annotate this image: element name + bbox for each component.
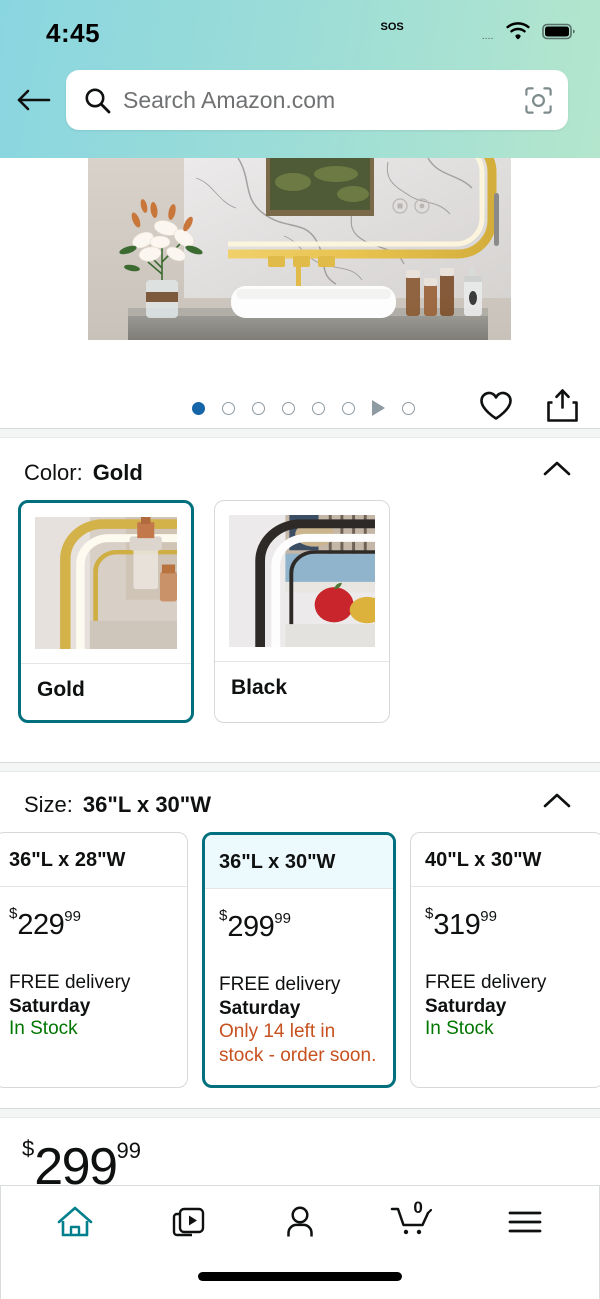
battery-icon bbox=[542, 22, 576, 41]
nav-item-inspire[interactable] bbox=[150, 1190, 226, 1254]
color-section-header[interactable]: Color: Gold bbox=[0, 440, 600, 500]
carousel-dot[interactable] bbox=[192, 401, 205, 415]
carousel-dots[interactable] bbox=[192, 400, 415, 416]
carousel-dot[interactable] bbox=[342, 401, 355, 415]
size-section-header[interactable]: Size: 36"L x 30"W bbox=[0, 772, 600, 832]
carousel-dot[interactable] bbox=[312, 401, 325, 415]
color-label: Color: bbox=[24, 460, 83, 485]
hamburger-menu-icon bbox=[508, 1211, 542, 1233]
gold-mirror-corner-illustration bbox=[35, 517, 177, 649]
size-option-body: $22999 FREE delivery Saturday In Stock bbox=[0, 887, 187, 1056]
nav-item-cart[interactable]: 0 bbox=[374, 1190, 450, 1254]
search-bar[interactable]: Search Amazon.com bbox=[66, 70, 568, 130]
delivery-day: Saturday bbox=[9, 995, 91, 1017]
delivery-day: Saturday bbox=[425, 995, 507, 1017]
bottom-nav-items: 0 bbox=[1, 1186, 599, 1258]
size-option-price: $29999 bbox=[219, 907, 379, 944]
price-fraction: 99 bbox=[116, 1138, 141, 1163]
stock-status: In Stock bbox=[9, 1017, 78, 1039]
home-icon bbox=[57, 1206, 93, 1237]
size-option-title: 36"L x 28"W bbox=[0, 833, 187, 887]
video-feed-icon bbox=[172, 1207, 204, 1237]
price-fraction: 99 bbox=[480, 908, 497, 925]
status-bar: 4:45 SOS .... bbox=[0, 0, 600, 58]
sos-signal-dots: .... bbox=[482, 34, 494, 41]
gallery-action-buttons bbox=[479, 386, 578, 430]
stock-status: In Stock bbox=[425, 1017, 494, 1039]
delivery-text: FREE delivery bbox=[219, 974, 341, 995]
search-row: Search Amazon.com bbox=[0, 68, 600, 132]
price-whole: 299 bbox=[227, 911, 275, 943]
back-button[interactable] bbox=[0, 68, 66, 132]
stock-status: Only 14 left in stock - order soon. bbox=[219, 1020, 377, 1067]
cart-badge-count: 0 bbox=[413, 1198, 423, 1217]
person-icon bbox=[287, 1206, 313, 1237]
carousel-dot[interactable] bbox=[282, 401, 295, 415]
color-option-black[interactable]: Black bbox=[214, 500, 390, 723]
chevron-up-icon[interactable] bbox=[542, 790, 572, 815]
nav-item-menu[interactable] bbox=[487, 1190, 563, 1254]
price-fraction: 99 bbox=[274, 910, 291, 927]
size-option-price: $31999 bbox=[425, 905, 589, 942]
heart-icon[interactable] bbox=[479, 390, 513, 426]
price-whole: 229 bbox=[17, 909, 65, 941]
size-option-36x28[interactable]: 36"L x 28"W $22999 FREE delivery Saturda… bbox=[0, 832, 188, 1089]
color-section: Color: Gold Gold Black bbox=[0, 440, 600, 747]
chevron-up-icon[interactable] bbox=[542, 458, 572, 483]
size-label: Size: bbox=[24, 792, 73, 817]
color-options: Gold Black bbox=[0, 500, 600, 747]
color-option-label: Black bbox=[215, 661, 389, 718]
size-option-40x30[interactable]: 40"L x 30"W $31999 FREE delivery Saturda… bbox=[410, 832, 600, 1089]
cart-icon bbox=[391, 1207, 433, 1235]
sos-indicator: SOS .... bbox=[290, 21, 494, 42]
camera-lens-icon[interactable] bbox=[523, 85, 554, 116]
color-swatch-image-black bbox=[215, 501, 389, 661]
color-option-label: Gold bbox=[21, 663, 191, 720]
status-indicators: SOS .... bbox=[290, 22, 576, 41]
product-detail-screen: 4:45 SOS .... Search Amazon.com Color: G… bbox=[0, 0, 600, 1299]
color-option-gold[interactable]: Gold bbox=[18, 500, 194, 723]
product-hero-image[interactable] bbox=[88, 158, 511, 340]
size-option-body: $29999 FREE delivery Saturday Only 14 le… bbox=[205, 889, 393, 1085]
size-option-title: 40"L x 30"W bbox=[411, 833, 600, 887]
nav-item-home[interactable] bbox=[37, 1190, 113, 1254]
product-image-illustration bbox=[88, 158, 511, 340]
carousel-dot[interactable] bbox=[252, 401, 265, 415]
color-selected-value: Gold bbox=[92, 460, 143, 485]
size-section: Size: 36"L x 30"W 36"L x 28"W $22999 FRE… bbox=[0, 772, 600, 1113]
gallery-scroll-indicator[interactable] bbox=[494, 193, 499, 246]
size-option-price: $22999 bbox=[9, 905, 173, 942]
play-triangle-icon[interactable] bbox=[372, 400, 385, 416]
section-divider bbox=[0, 1108, 600, 1118]
price-fraction: 99 bbox=[64, 908, 81, 925]
bottom-navigation-bar: 0 bbox=[0, 1185, 600, 1299]
black-mirror-corner-illustration bbox=[229, 515, 375, 647]
delivery-text: FREE delivery bbox=[425, 972, 547, 993]
product-image-gallery[interactable] bbox=[0, 158, 600, 428]
section-divider bbox=[0, 428, 600, 438]
wifi-icon bbox=[505, 22, 531, 41]
color-swatch-image-gold bbox=[21, 503, 191, 663]
carousel-dot-video[interactable] bbox=[402, 401, 415, 415]
size-option-body: $31999 FREE delivery Saturday In Stock bbox=[411, 887, 600, 1056]
search-icon bbox=[84, 87, 111, 114]
section-divider bbox=[0, 762, 600, 772]
delivery-day: Saturday bbox=[219, 997, 301, 1019]
home-indicator bbox=[198, 1272, 402, 1281]
delivery-text: FREE delivery bbox=[9, 972, 131, 993]
share-icon[interactable] bbox=[547, 389, 578, 427]
size-selected-value: 36"L x 30"W bbox=[82, 792, 211, 817]
app-header: 4:45 SOS .... Search Amazon.com bbox=[0, 0, 600, 158]
size-option-title: 36"L x 30"W bbox=[205, 835, 393, 889]
carousel-dot[interactable] bbox=[222, 401, 235, 415]
price-whole: 319 bbox=[433, 909, 481, 941]
status-time: 4:45 bbox=[46, 18, 101, 48]
price-symbol: $ bbox=[22, 1136, 35, 1161]
search-input-placeholder[interactable]: Search Amazon.com bbox=[123, 87, 523, 114]
sos-label: SOS bbox=[380, 21, 404, 33]
size-option-36x30[interactable]: 36"L x 30"W $29999 FREE delivery Saturda… bbox=[202, 832, 396, 1089]
nav-item-account[interactable] bbox=[262, 1190, 338, 1254]
size-options[interactable]: 36"L x 28"W $22999 FREE delivery Saturda… bbox=[0, 832, 600, 1112]
